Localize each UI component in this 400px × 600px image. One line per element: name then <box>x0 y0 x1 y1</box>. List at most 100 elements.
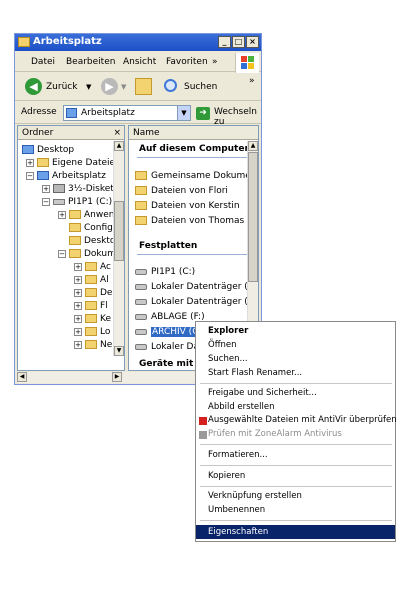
folder-icon <box>85 340 97 349</box>
scroll-thumb[interactable] <box>114 201 124 261</box>
menu-item-eigenschaften[interactable]: Eigenschaften <box>208 527 268 537</box>
tree-scrollbar[interactable]: ▲ ▼ <box>113 141 124 356</box>
list-item-label: Dateien von Thomas <box>151 216 245 226</box>
back-arrow-icon[interactable]: ◀ <box>25 78 42 95</box>
column-header-name[interactable]: Name <box>129 126 258 140</box>
forward-dropdown-icon[interactable]: ▼ <box>121 83 126 91</box>
tree-item-label: Eigene Dateien <box>52 158 121 168</box>
close-button[interactable]: × <box>246 36 259 48</box>
expand-plus-icon[interactable]: + <box>74 315 82 323</box>
desktop-icon <box>22 145 34 154</box>
minimize-button[interactable]: _ <box>218 36 231 48</box>
scroll-thumb[interactable] <box>248 152 258 282</box>
menu-datei[interactable]: Datei <box>31 57 55 67</box>
tree-item-label: Config <box>84 223 113 233</box>
drive-icon <box>135 314 147 320</box>
menu-item-freigabe[interactable]: Freigabe und Sicherheit... <box>208 388 317 398</box>
folder-icon <box>69 236 81 245</box>
expand-plus-icon[interactable]: + <box>74 276 82 284</box>
address-value[interactable]: Arbeitsplatz <box>81 108 135 118</box>
folder-icon <box>69 210 81 219</box>
search-icon[interactable] <box>164 79 177 92</box>
menu-item-suchen[interactable]: Suchen... <box>208 354 248 364</box>
context-menu: Explorer Öffnen Suchen... Start Flash Re… <box>195 321 397 542</box>
menu-more[interactable]: » <box>212 57 218 67</box>
folder-icon <box>85 288 97 297</box>
folder-up-icon[interactable] <box>135 78 152 95</box>
back-button[interactable]: Zurück <box>46 82 77 92</box>
drive-icon <box>135 269 147 275</box>
windows-logo-icon <box>235 53 259 73</box>
scroll-down-icon[interactable]: ▼ <box>114 346 124 356</box>
scroll-up-icon[interactable]: ▲ <box>248 141 258 151</box>
address-bar: Adresse Arbeitsplatz ▼ ➜ Wechseln zu <box>15 102 261 127</box>
go-arrow-icon[interactable]: ➜ <box>196 107 210 120</box>
tree-item-label: Fl <box>100 301 108 311</box>
group-header-computer: Auf diesem Computer <box>139 144 249 154</box>
menu-separator <box>200 520 392 521</box>
window-title: Arbeitsplatz <box>33 36 102 47</box>
folder-icon <box>135 201 147 210</box>
menu-item-abbild[interactable]: Abbild erstellen <box>208 402 274 412</box>
menu-ansicht[interactable]: Ansicht <box>123 57 156 67</box>
collapse-minus-icon[interactable]: − <box>58 250 66 258</box>
tree-item-label: Anwen <box>84 210 115 220</box>
menu-item-antivir[interactable]: Ausgewählte Dateien mit AntiVir überprüf… <box>208 415 397 425</box>
address-dropdown-icon[interactable]: ▼ <box>177 106 190 120</box>
toolbar-more[interactable]: » <box>249 76 255 86</box>
list-item-label: Dateien von Kerstin <box>151 201 240 211</box>
expand-plus-icon[interactable]: + <box>74 263 82 271</box>
collapse-minus-icon[interactable]: − <box>42 198 50 206</box>
menu-item-explorer[interactable]: Explorer <box>208 326 248 336</box>
toolbar: ◀ Zurück ▼ ▶ ▼ Suchen » <box>15 73 261 101</box>
forward-arrow-icon[interactable]: ▶ <box>101 78 118 95</box>
scroll-up-icon[interactable]: ▲ <box>114 141 124 151</box>
expand-plus-icon[interactable]: + <box>74 302 82 310</box>
antivir-icon <box>199 417 207 425</box>
expand-plus-icon[interactable]: + <box>74 341 82 349</box>
go-button[interactable]: Wechseln zu <box>214 107 261 127</box>
tree-item-label: Ac <box>100 262 111 272</box>
tree-item-label: Lo <box>100 327 111 337</box>
expand-plus-icon[interactable]: + <box>58 211 66 219</box>
folder-tree-close-icon[interactable]: × <box>113 128 121 138</box>
menu-item-zonealarm: Prüfen mit ZoneAlarm Antivirus <box>208 429 342 439</box>
tree-item-label: Arbeitsplatz <box>52 171 106 181</box>
computer-icon <box>37 171 49 180</box>
maximize-button[interactable]: □ <box>232 36 245 48</box>
folder-icon <box>85 262 97 271</box>
tree-item-label: Desktop <box>37 145 75 155</box>
menu-separator <box>200 383 392 384</box>
menu-item-flash-renamer[interactable]: Start Flash Renamer... <box>208 368 302 378</box>
title-bar[interactable]: Arbeitsplatz _ □ × <box>15 34 261 51</box>
menu-separator <box>200 486 392 487</box>
menu-item-oeffnen[interactable]: Öffnen <box>208 340 237 350</box>
drive-icon <box>135 284 147 290</box>
folder-icon <box>135 171 147 180</box>
search-button[interactable]: Suchen <box>184 82 217 92</box>
expand-plus-icon[interactable]: + <box>26 159 34 167</box>
tree-item-label: Al <box>100 275 109 285</box>
menu-favoriten[interactable]: Favoriten <box>166 57 208 67</box>
menu-item-formatieren[interactable]: Formatieren... <box>208 450 268 460</box>
menu-item-verknuepfung[interactable]: Verknüpfung erstellen <box>208 491 302 501</box>
expand-plus-icon[interactable]: + <box>42 185 50 193</box>
menu-item-umbenennen[interactable]: Umbenennen <box>208 505 265 515</box>
list-item-label: Gemeinsame Dokumente <box>151 171 259 181</box>
menu-separator <box>200 444 392 445</box>
zonealarm-icon <box>199 431 207 439</box>
scroll-right-icon[interactable]: ▶ <box>112 372 122 382</box>
menu-bearbeiten[interactable]: Bearbeiten <box>66 57 115 67</box>
expand-plus-icon[interactable]: + <box>74 328 82 336</box>
back-dropdown-icon[interactable]: ▼ <box>86 83 91 91</box>
tree-item-label: PI1P1 (C:) <box>68 197 113 207</box>
tree-item-label: Ke <box>100 314 111 324</box>
scroll-left-icon[interactable]: ◀ <box>17 372 27 382</box>
menu-item-kopieren[interactable]: Kopieren <box>208 471 245 481</box>
address-input[interactable]: Arbeitsplatz ▼ <box>63 105 191 121</box>
folder-icon <box>85 275 97 284</box>
menu-bar: Datei Bearbeiten Ansicht Favoriten » <box>15 52 261 72</box>
collapse-minus-icon[interactable]: − <box>26 172 34 180</box>
expand-plus-icon[interactable]: + <box>74 289 82 297</box>
list-item-label: Dateien von Flori <box>151 186 228 196</box>
